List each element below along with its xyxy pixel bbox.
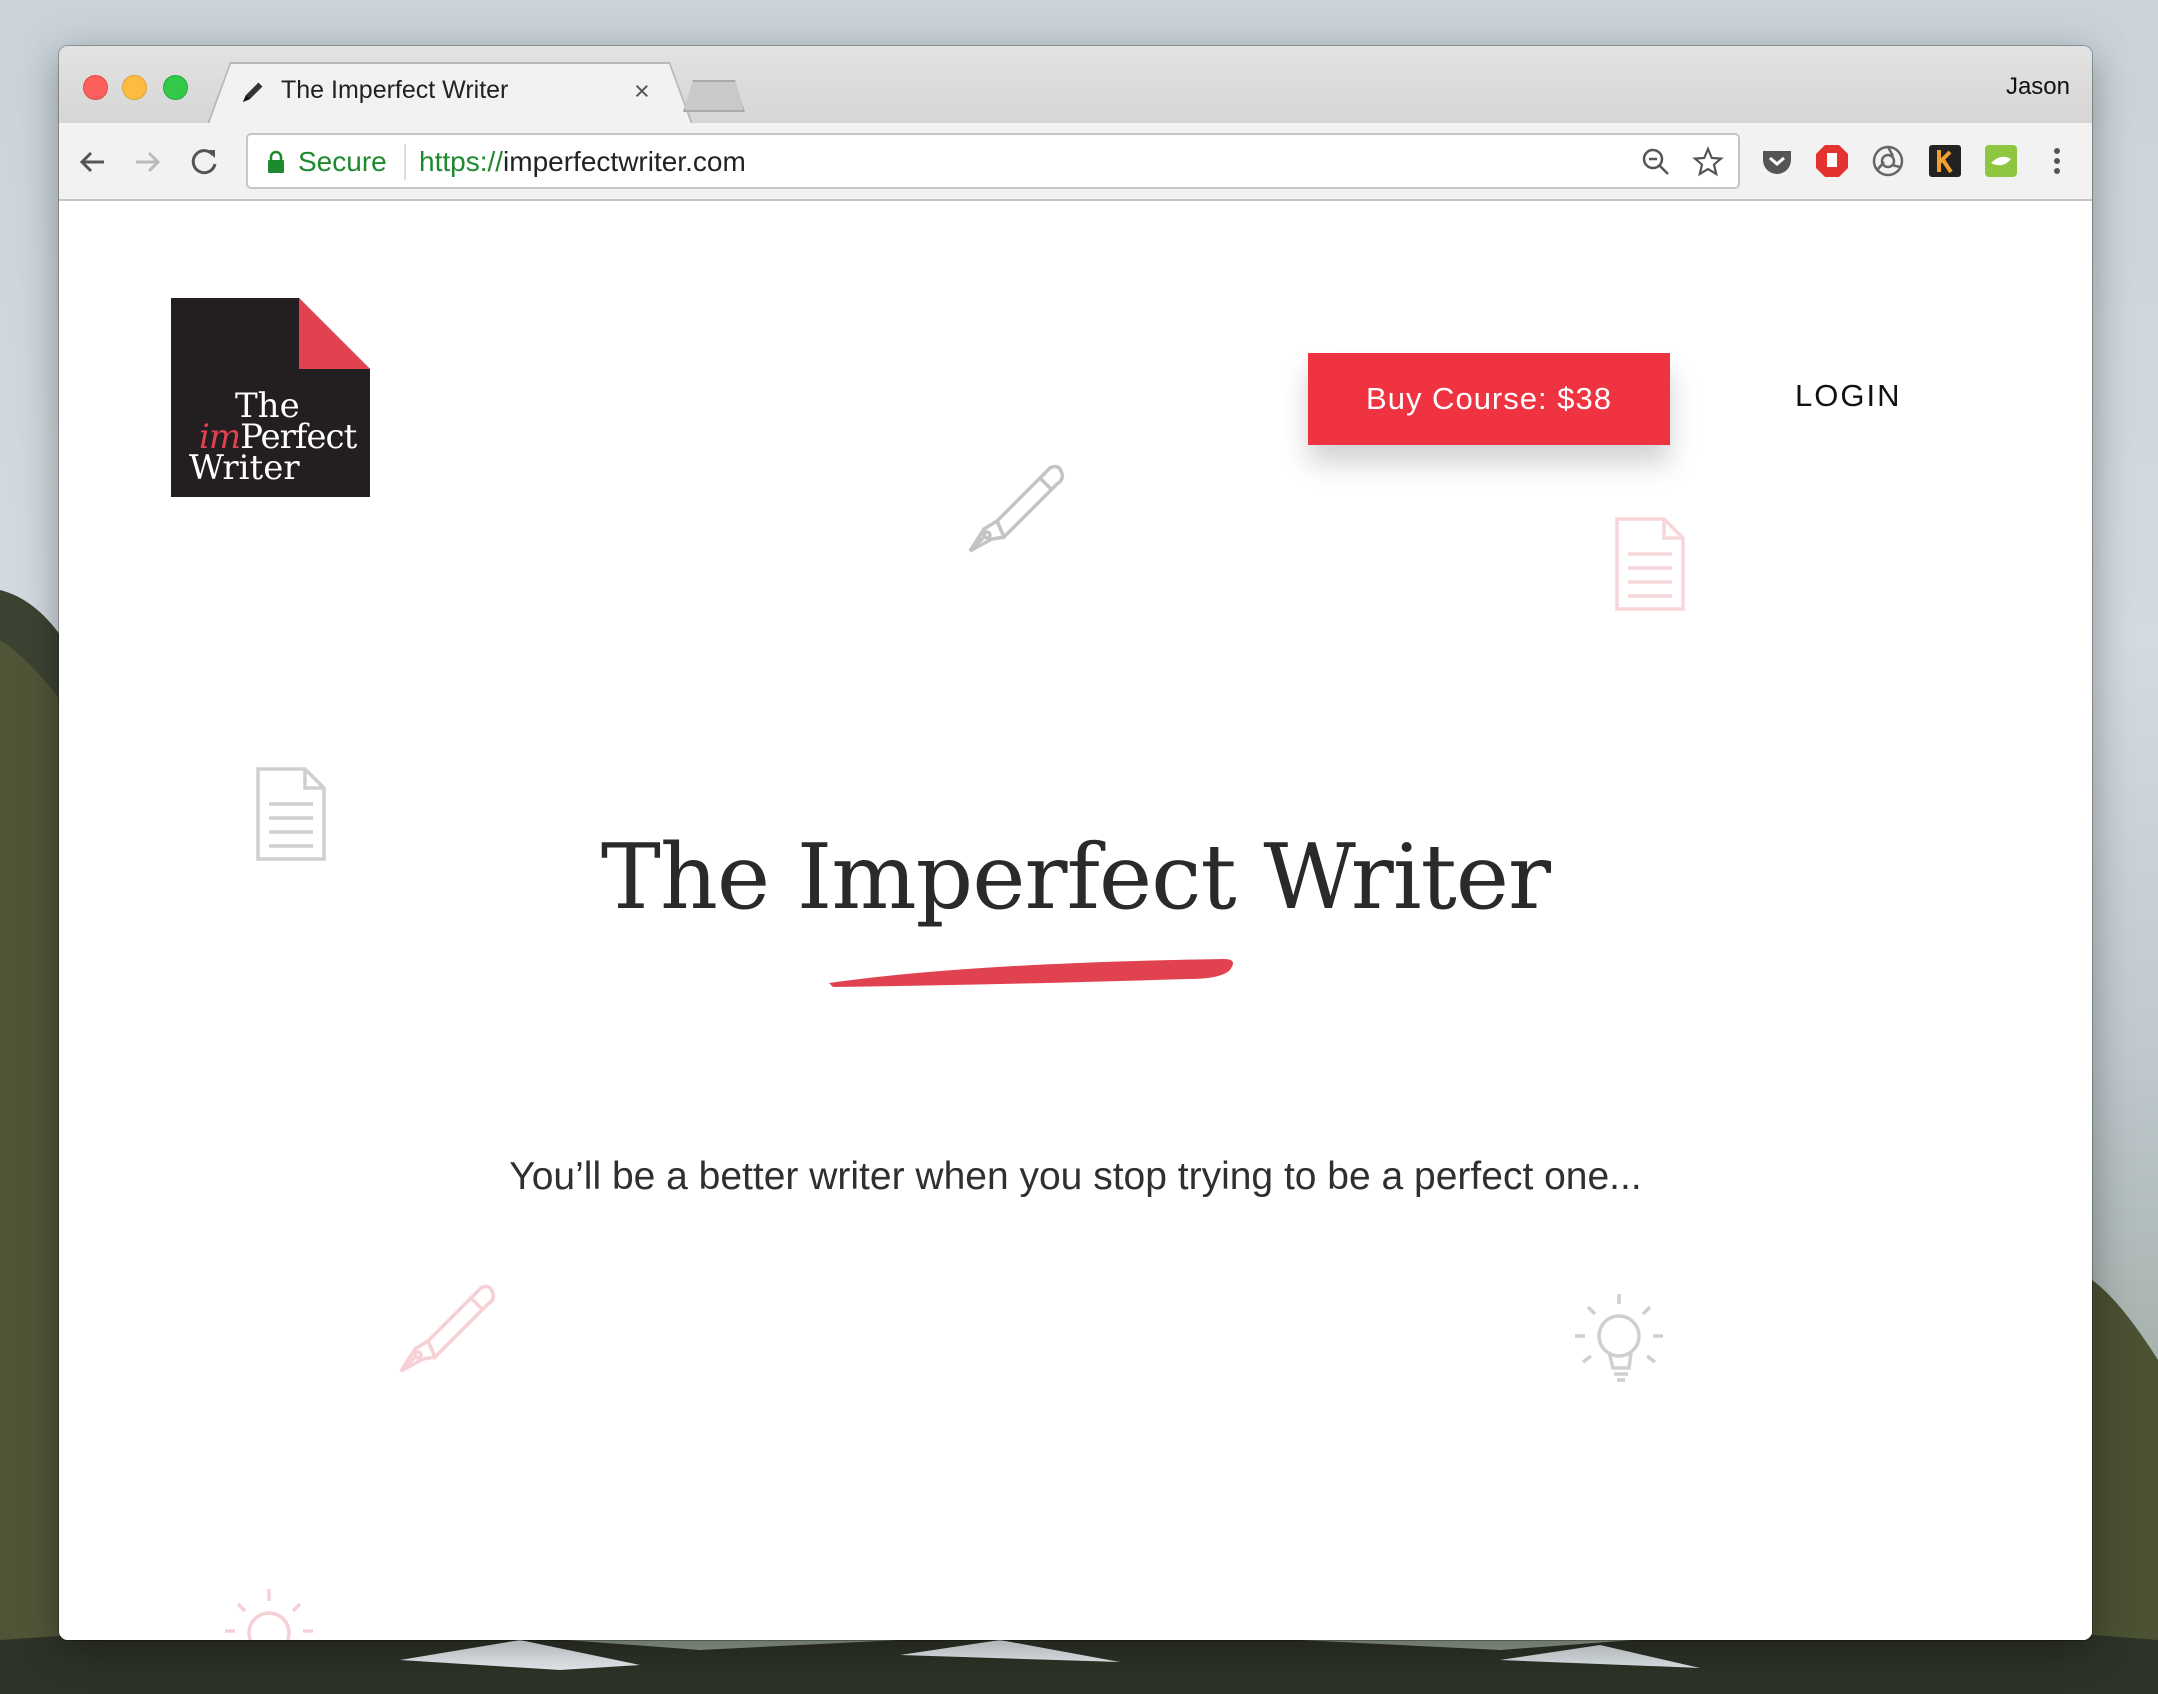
tab-title: The Imperfect Writer (281, 76, 509, 104)
pocket-icon[interactable] (1759, 143, 1795, 179)
login-link[interactable]: LOGIN (1795, 378, 1901, 414)
profile-name[interactable]: Jason (2006, 73, 2070, 101)
address-bar[interactable]: Secure https://imperfectwriter.com (246, 133, 1740, 189)
logo-line3: Writer (189, 448, 300, 488)
omnibox-separator (404, 144, 406, 180)
buy-course-button[interactable]: Buy Course: $38 (1308, 353, 1670, 445)
secure-label: Secure (298, 146, 387, 177)
fountain-pen-icon (399, 1284, 496, 1373)
webpage: The imPerfect Writer Buy Course: $38 LOG… (59, 201, 2092, 1640)
url-host: imperfectwriter.com (503, 146, 746, 177)
back-arrow-icon[interactable] (71, 141, 113, 183)
logo-text: The imPerfect Writer (171, 389, 370, 488)
reload-icon[interactable] (183, 141, 225, 183)
document-icon (1615, 517, 1685, 611)
chrome-ext-icon[interactable] (1870, 143, 1906, 179)
close-window-button[interactable] (83, 75, 108, 100)
minimize-window-button[interactable] (122, 75, 147, 100)
grammarly-ext-icon[interactable] (1983, 143, 2019, 179)
forward-arrow-icon[interactable] (127, 141, 169, 183)
zoom-icon[interactable] (1640, 146, 1672, 178)
adblock-icon[interactable] (1814, 143, 1850, 179)
title-bar: The Imperfect Writer × Jason (59, 46, 2092, 124)
lightbulb-icon (225, 1589, 313, 1640)
url-protocol: https:// (419, 146, 504, 177)
lock-icon (268, 150, 284, 173)
tagline: You’ll be a better writer when you stop … (509, 1155, 1642, 1198)
menu-dots-icon[interactable] (2039, 143, 2075, 179)
url-text[interactable]: https://imperfectwriter.com (419, 146, 746, 178)
brush-underline (829, 959, 1233, 987)
logo-page-fold (299, 298, 370, 369)
fountain-pen-icon (968, 464, 1065, 553)
new-tab-button[interactable] (683, 80, 745, 112)
lightbulb-icon (1575, 1294, 1663, 1382)
zoom-window-button[interactable] (163, 75, 188, 100)
star-icon[interactable] (1692, 146, 1724, 178)
hero-title: The Imperfect Writer (600, 825, 1551, 930)
k-ext-icon[interactable] (1927, 143, 1963, 179)
browser-toolbar: Secure https://imperfectwriter.com (59, 123, 2092, 201)
tab-close-icon[interactable]: × (634, 76, 650, 106)
pen-icon (243, 81, 264, 102)
browser-window: The Imperfect Writer × Jason Secure http… (59, 46, 2092, 1640)
